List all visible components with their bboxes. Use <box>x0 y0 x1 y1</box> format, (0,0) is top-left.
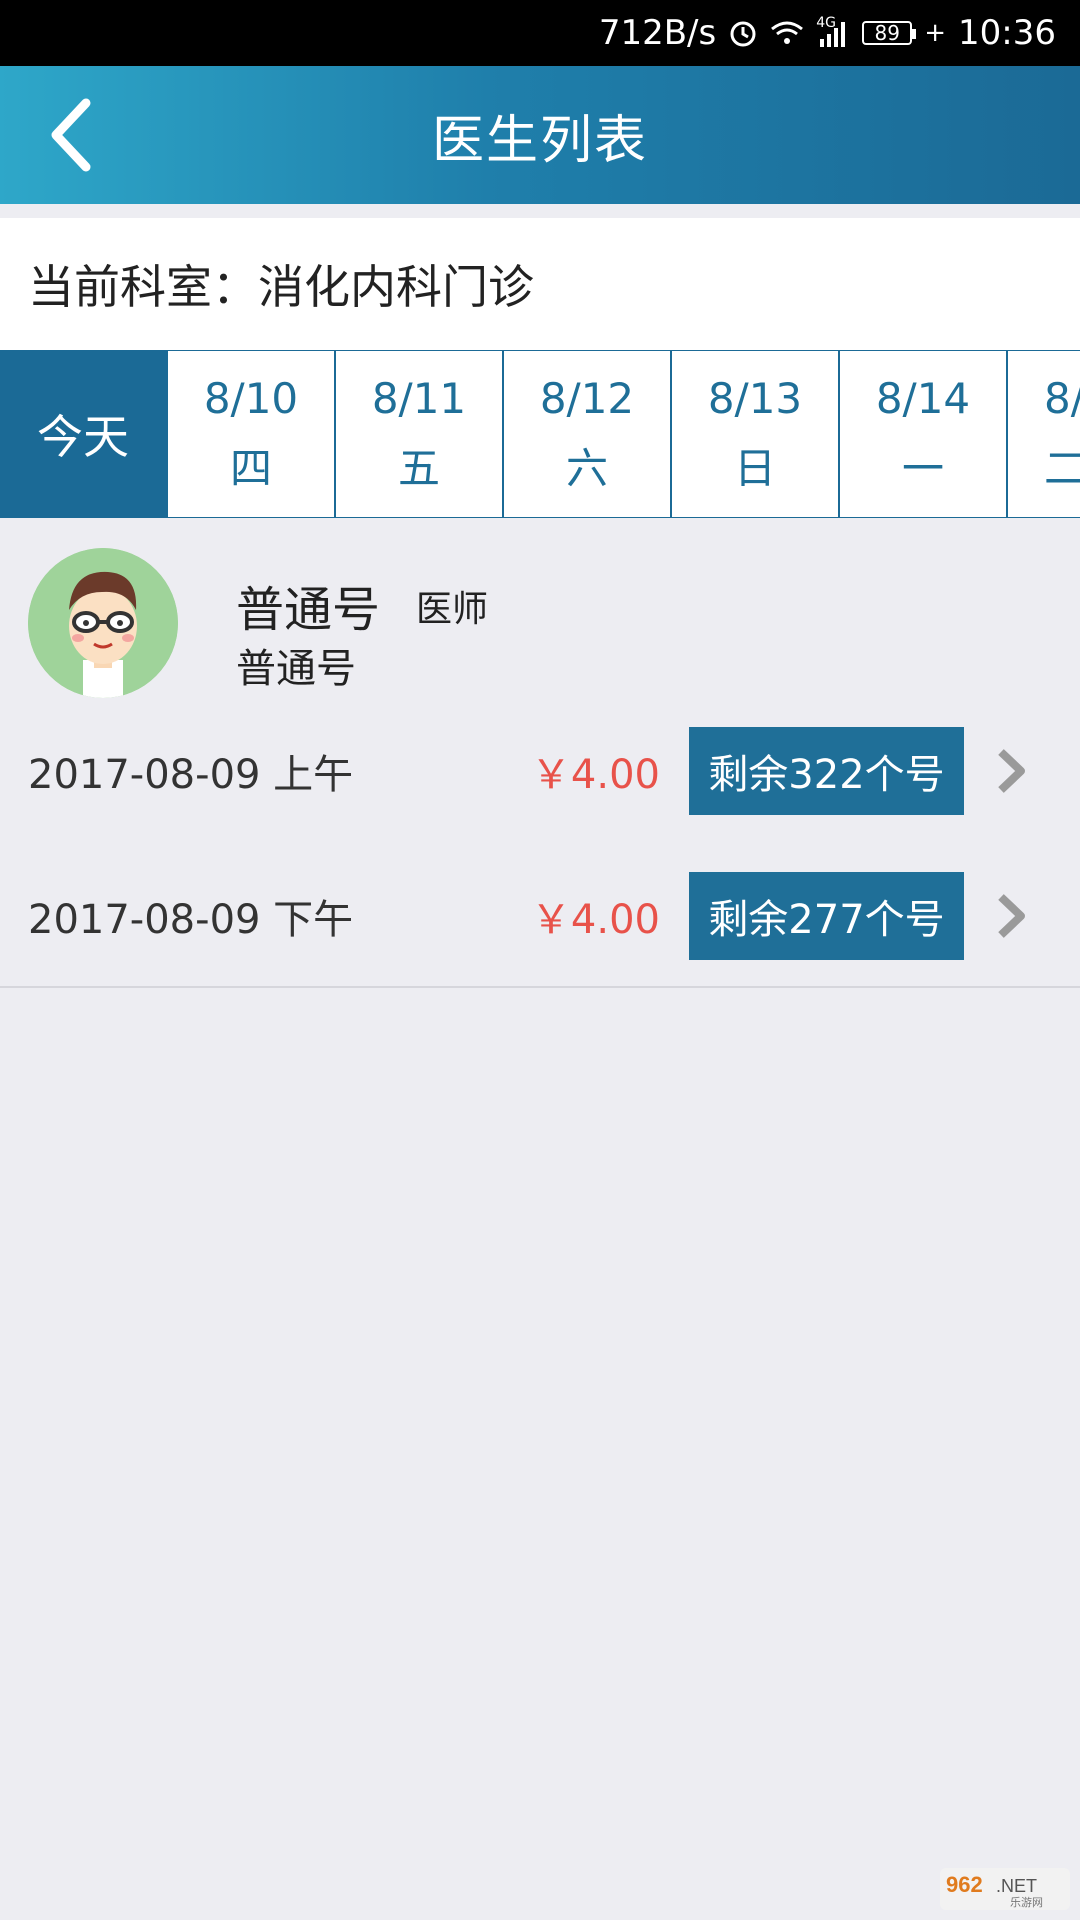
svg-text:.NET: .NET <box>996 1876 1037 1896</box>
doctor-title: 医师 <box>416 589 489 630</box>
battery-level: 89 <box>874 21 900 45</box>
doctor-avatar <box>28 548 178 698</box>
slot-price: ￥4.00 <box>530 897 660 943</box>
date-label: 8/14 <box>875 374 971 423</box>
nav-bar: 医生列表 <box>0 66 1080 204</box>
page-title: 医生列表 <box>431 110 648 171</box>
wifi-icon <box>770 19 804 47</box>
date-selector: 今天 8/10 四 8/11 五 8/12 六 8/13 日 8/14 一 8/… <box>0 350 1080 518</box>
slot-price: ￥4.00 <box>530 752 660 798</box>
weekday-label: 五 <box>397 444 440 493</box>
weekday-label: 四 <box>229 444 272 493</box>
department-bar: 当前科室：消化内科门诊 <box>0 218 1080 350</box>
doctor-card: 普通号 医师 普通号 2017-08-09 上午 ￥4.00 剩余322个号 2… <box>0 518 1080 988</box>
svg-text:962: 962 <box>946 1872 983 1897</box>
current-department: 当前科室：消化内科门诊 <box>28 260 534 314</box>
date-tab[interactable]: 8/13 日 <box>672 351 838 517</box>
date-label: 8/ <box>1044 374 1080 423</box>
slot-time: 2017-08-09 上午 <box>28 752 354 798</box>
doctor-subtitle: 普通号 <box>236 646 356 692</box>
slot-time: 2017-08-09 下午 <box>28 897 354 943</box>
date-tab[interactable]: 8/ 二 <box>1008 351 1080 517</box>
weekday-label: 一 <box>901 444 944 493</box>
remaining-button[interactable]: 剩余322个号 <box>689 727 964 815</box>
chevron-right-icon[interactable] <box>993 891 1029 945</box>
weekday-label: 日 <box>733 444 776 493</box>
network-type-label: 4G <box>816 15 836 31</box>
doctor-name: 普通号 <box>236 582 381 638</box>
date-tab-today[interactable]: 今天 <box>0 351 166 517</box>
remaining-button[interactable]: 剩余277个号 <box>689 872 964 960</box>
time-slot-row[interactable]: 2017-08-09 上午 ￥4.00 剩余322个号 <box>0 726 1080 816</box>
back-button[interactable] <box>20 66 120 204</box>
network-speed: 712B/s <box>598 13 717 53</box>
date-label: 8/10 <box>203 374 299 423</box>
date-label: 8/13 <box>707 374 803 423</box>
signal-icon: 4G <box>816 15 850 47</box>
svg-text:乐游网: 乐游网 <box>1010 1896 1043 1909</box>
charging-icon: + <box>924 18 947 48</box>
watermark-logo: 962 .NET 乐游网 <box>940 1868 1070 1910</box>
chevron-left-icon <box>51 98 91 172</box>
alarm-icon <box>728 18 758 48</box>
date-label: 8/12 <box>539 374 635 423</box>
date-tab[interactable]: 8/12 六 <box>504 351 670 517</box>
chevron-right-icon[interactable] <box>993 746 1029 800</box>
clock: 10:36 <box>958 13 1056 53</box>
today-label: 今天 <box>37 410 129 464</box>
weekday-label: 二 <box>1044 444 1080 493</box>
battery-icon: 89 <box>862 21 917 45</box>
date-tab[interactable]: 8/10 四 <box>168 351 334 517</box>
weekday-label: 六 <box>565 444 608 493</box>
date-tab[interactable]: 8/14 一 <box>840 351 1006 517</box>
time-slot-row[interactable]: 2017-08-09 下午 ￥4.00 剩余277个号 <box>0 871 1080 961</box>
date-label: 8/11 <box>371 374 467 423</box>
date-tab[interactable]: 8/11 五 <box>336 351 502 517</box>
doctor-avatar-icon <box>28 548 178 698</box>
status-bar: 712B/s 4G 89 + 10:36 <box>0 0 1080 66</box>
